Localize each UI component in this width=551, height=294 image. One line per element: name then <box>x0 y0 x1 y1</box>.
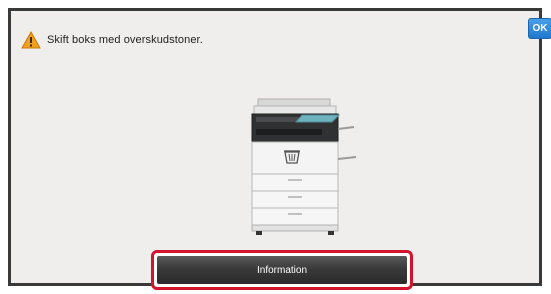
message-text: Skift boks med overskudstoner. <box>47 34 203 46</box>
message-panel: Skift boks med overskudstoner. <box>8 8 542 286</box>
ok-button[interactable]: OK <box>528 18 551 39</box>
information-button[interactable]: Information <box>157 256 407 284</box>
screen: Skift boks med overskudstoner. OK Inform… <box>0 0 551 294</box>
information-button-highlight: Information <box>151 250 413 290</box>
message-row: Skift boks med overskudstoner. <box>21 28 203 52</box>
warning-triangle-icon <box>21 31 41 49</box>
printer-icon <box>251 98 357 235</box>
